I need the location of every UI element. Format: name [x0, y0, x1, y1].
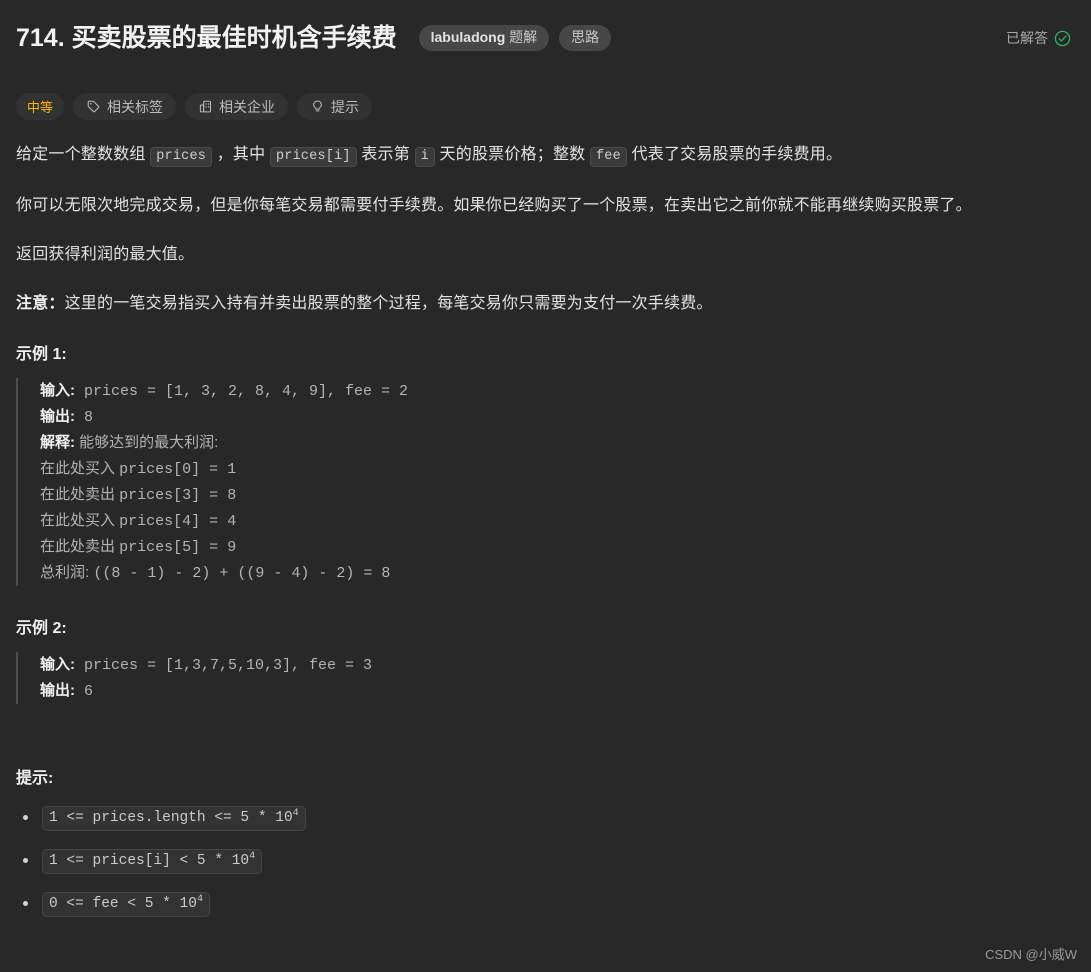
list-item: 1 <= prices[i] < 5 * 104: [16, 849, 1075, 874]
ex1-output-value: 8: [75, 409, 94, 426]
ex1-step1-cn: 在此处买入: [40, 460, 120, 477]
ex1-explain-value: 能够达到的最大利润:: [75, 434, 219, 451]
note-text: 这里的一笔交易指买入持有并卖出股票的整个过程，每笔交易你只需要为支付一次手续费。: [64, 295, 713, 312]
description-paragraph-1: 给定一个整数数组 prices ，其中 prices[i] 表示第 i 天的股票…: [16, 142, 1075, 170]
ex1-output-label: 输出:: [40, 408, 75, 425]
tag-row: 中等 相关标签 相关企业 提示: [16, 93, 1075, 120]
desc-p1-seg2: ，其中: [212, 146, 270, 163]
header-pill-group: labuladong 题解 思路: [418, 25, 612, 51]
inline-code-prices-i: prices[i]: [269, 147, 357, 167]
ex1-step3-code: prices[4] = 4: [119, 513, 237, 530]
ex1-input-value: prices = [1, 3, 2, 8, 4, 9], fee = 2: [75, 383, 409, 400]
example-1-block: 输入: prices = [1, 3, 2, 8, 4, 9], fee = 2…: [16, 378, 1075, 586]
inline-code-i: i: [414, 147, 435, 167]
ex1-step3-cn: 在此处买入: [40, 512, 120, 529]
ex1-step2-cn: 在此处卖出: [40, 486, 120, 503]
description-paragraph-3: 返回获得利润的最大值。: [16, 246, 195, 263]
description-note: 注意：这里的一笔交易指买入持有并卖出股票的整个过程，每笔交易你只需要为支付一次手…: [16, 291, 1075, 317]
constraint-1-base: 1 <= prices.length <= 5 * 10: [49, 810, 293, 826]
inline-code-fee: fee: [590, 147, 627, 167]
note-label: 注意：: [16, 295, 65, 312]
labuladong-suffix-label: 题解: [509, 29, 538, 45]
ex1-step4-code: prices[5] = 9: [119, 539, 237, 556]
ex1-explain-label: 解释:: [40, 434, 75, 451]
idea-pill[interactable]: 思路: [559, 25, 612, 51]
difficulty-label: 中等: [27, 100, 54, 115]
status-label: 已解答: [1006, 30, 1048, 46]
constraint-chip-3: 0 <= fee < 5 * 104: [42, 892, 210, 917]
tag-icon: [86, 99, 101, 114]
ex2-output-value: 6: [75, 683, 94, 700]
page-title: 714. 买卖股票的最佳时机含手续费: [16, 24, 397, 52]
labuladong-brand-label: labuladong: [430, 29, 506, 45]
ex1-step4-cn: 在此处卖出: [40, 538, 120, 555]
desc-p1-seg3: 表示第: [356, 146, 415, 163]
constraint-2-exponent: 4: [249, 851, 256, 863]
problem-header: 714. 买卖股票的最佳时机含手续费 labuladong 题解 思路 已解答: [16, 0, 1075, 62]
ex2-input-label: 输入:: [40, 656, 75, 673]
status-badge: 已解答: [1006, 28, 1075, 48]
idea-pill-label: 思路: [571, 29, 600, 45]
desc-p1-seg5: 代表了交易股票的手续费用。: [626, 146, 843, 163]
constraint-3-base: 0 <= fee < 5 * 10: [49, 896, 197, 912]
constraint-1-exponent: 4: [292, 808, 299, 820]
desc-p1-seg1: 给定一个整数数组: [16, 146, 151, 163]
example-2-block: 输入: prices = [1,3,7,5,10,3], fee = 3 输出:…: [16, 652, 1075, 704]
building-icon: [198, 99, 213, 114]
example-2-heading: 示例 2:: [16, 620, 67, 637]
related-companies-label: 相关企业: [219, 98, 276, 115]
hint-tag[interactable]: 提示: [297, 93, 373, 120]
example-1-heading: 示例 1:: [16, 346, 67, 363]
ex1-total-code: ((8 - 1) - 2) + ((9 - 4) - 2) = 8: [93, 565, 391, 582]
constraint-3-exponent: 4: [196, 894, 203, 906]
ex2-input-value: prices = [1,3,7,5,10,3], fee = 3: [75, 657, 373, 674]
ex1-input-label: 输入:: [40, 382, 75, 399]
ex2-output-label: 输出:: [40, 682, 75, 699]
constraints-heading: 提示:: [16, 770, 54, 787]
inline-code-prices: prices: [150, 147, 213, 167]
problem-page: 714. 买卖股票的最佳时机含手续费 labuladong 题解 思路 已解答 …: [0, 0, 1091, 917]
description-paragraph-2: 你可以无限次地完成交易，但是你每笔交易都需要付手续费。如果你已经购买了一个股票，…: [16, 197, 972, 214]
difficulty-tag[interactable]: 中等: [16, 93, 65, 120]
related-companies-tag[interactable]: 相关企业: [185, 93, 289, 120]
list-item: 0 <= fee < 5 * 104: [16, 892, 1075, 917]
problem-description: 给定一个整数数组 prices ，其中 prices[i] 表示第 i 天的股票…: [16, 142, 1075, 917]
related-topics-label: 相关标签: [107, 98, 164, 115]
check-circle-icon: [1054, 30, 1071, 47]
ex1-step1-code: prices[0] = 1: [119, 461, 237, 478]
watermark: CSDN @小威W: [985, 947, 1077, 962]
constraint-chip-1: 1 <= prices.length <= 5 * 104: [42, 806, 306, 831]
desc-p1-seg4: 天的股票价格；整数: [434, 146, 590, 163]
constraint-2-base: 1 <= prices[i] < 5 * 10: [49, 853, 250, 869]
related-topics-tag[interactable]: 相关标签: [73, 93, 177, 120]
labuladong-solution-pill[interactable]: labuladong 题解: [418, 25, 550, 51]
ex1-total-cn: 总利润:: [40, 564, 94, 581]
constraints-list: 1 <= prices.length <= 5 * 104 1 <= price…: [16, 806, 1075, 917]
hint-label: 提示: [331, 98, 360, 115]
list-item: 1 <= prices.length <= 5 * 104: [16, 806, 1075, 831]
ex1-step2-code: prices[3] = 8: [119, 487, 237, 504]
constraint-chip-2: 1 <= prices[i] < 5 * 104: [42, 849, 263, 874]
lightbulb-icon: [310, 99, 325, 114]
